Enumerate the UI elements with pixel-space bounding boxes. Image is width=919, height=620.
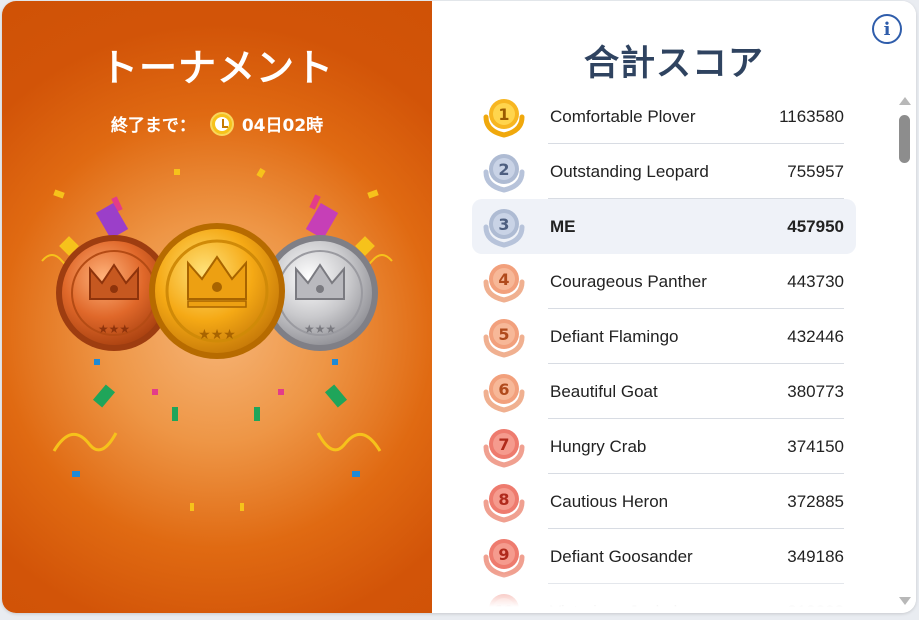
timer-label: 終了まで： [110, 116, 196, 136]
rank-badge-icon: 4 [483, 264, 525, 303]
player-score: 374150 [787, 436, 844, 456]
rank-badge-icon: 2 [483, 154, 525, 193]
player-score: 372885 [787, 491, 844, 511]
rank-badge-icon: 10 [483, 594, 525, 613]
rank-number: 1 [498, 105, 509, 124]
player-name: Beautiful Goat [550, 381, 658, 401]
gold-medal: ★★★ [149, 223, 285, 359]
player-name: Comfortable Plover [550, 106, 696, 126]
rank-number: 4 [498, 270, 509, 289]
leaderboard-row[interactable]: 8 Cautious Heron 372885 [472, 474, 856, 529]
rank-number: 8 [498, 490, 509, 509]
rank-number: 10 [495, 604, 513, 613]
scroll-thumb[interactable] [899, 115, 910, 163]
player-name: ME [550, 216, 576, 236]
leaderboard-row[interactable]: 5 Defiant Flamingo 432446 [472, 309, 856, 364]
rank-badge-icon: 5 [483, 319, 525, 358]
player-name: Defiant Flamingo [550, 326, 679, 346]
leaderboard-list[interactable]: 1 Comfortable Plover 1163580 2 Outstanding L… [472, 87, 856, 613]
leaderboard-panel: 合計スコア i 1 Comfortable Plover 1163580 2 Outst… [432, 1, 916, 613]
scroll-up-arrow-icon[interactable] [899, 97, 911, 105]
rank-badge-icon: 3 [483, 209, 525, 248]
leaderboard-row[interactable]: 6 Beautiful Goat 380773 [472, 364, 856, 419]
scrollbar[interactable] [897, 97, 911, 605]
rank-number: 9 [498, 545, 509, 564]
leaderboard-row[interactable]: 9 Defiant Goosander 349186 [472, 529, 856, 584]
rank-badge-icon: 8 [483, 484, 525, 523]
tournament-title: トーナメント [99, 46, 334, 90]
player-score: 457950 [787, 216, 844, 236]
player-score: 313283 [787, 601, 844, 614]
rank-badge-icon: 9 [483, 539, 525, 578]
rank-badge-icon: 1 [483, 99, 525, 138]
timer-value: 04日02時 [241, 116, 324, 136]
player-score: 755957 [787, 161, 844, 181]
rank-badge-icon: 6 [483, 374, 525, 413]
svg-text:★★★: ★★★ [198, 327, 236, 343]
rank-number: 2 [498, 160, 509, 179]
countdown-timer: 終了まで： 04日02時 [2, 111, 432, 136]
leaderboard-row[interactable]: 10 Victorious Jackal 313283 [472, 584, 856, 613]
player-score: 349186 [787, 546, 844, 566]
player-score: 1163580 [779, 106, 844, 126]
leaderboard-row[interactable]: 4 Courageous Panther 443730 [472, 254, 856, 309]
tournament-panel: トーナメント 終了まで： 04日02時 ★★★ ★★★ ★★★ [2, 1, 432, 613]
player-score: 432446 [787, 326, 844, 346]
player-name: Victorious Jackal [550, 601, 678, 614]
svg-text:★★★: ★★★ [98, 322, 130, 336]
player-name: Courageous Panther [550, 271, 707, 291]
player-name: Hungry Crab [550, 436, 647, 456]
info-icon[interactable]: i [872, 14, 902, 44]
tournament-card: トーナメント 終了まで： 04日02時 ★★★ ★★★ ★★★ 合計スコア i … [2, 1, 916, 613]
clock-icon [209, 111, 234, 136]
player-name: Defiant Goosander [550, 546, 693, 566]
rank-number: 6 [498, 380, 509, 399]
player-score: 380773 [787, 381, 844, 401]
player-name: Cautious Heron [550, 491, 669, 511]
scroll-down-arrow-icon[interactable] [899, 597, 911, 605]
leaderboard-row[interactable]: 7 Hungry Crab 374150 [472, 419, 856, 474]
leaderboard-row[interactable]: 2 Outstanding Leopard 755957 [472, 144, 856, 199]
leaderboard-row-me[interactable]: 3 ME 457950 [472, 199, 856, 254]
rank-badge-icon: 7 [483, 429, 525, 468]
player-score: 443730 [787, 271, 844, 291]
rank-number: 7 [498, 435, 509, 454]
medals-illustration: ★★★ ★★★ ★★★ [41, 168, 393, 511]
rank-number: 5 [498, 325, 509, 344]
leaderboard-title: 合計スコア [583, 44, 764, 84]
rank-number: 3 [498, 215, 509, 234]
player-name: Outstanding Leopard [550, 161, 709, 181]
leaderboard-row[interactable]: 1 Comfortable Plover 1163580 [472, 89, 856, 144]
svg-text:★★★: ★★★ [304, 322, 336, 336]
